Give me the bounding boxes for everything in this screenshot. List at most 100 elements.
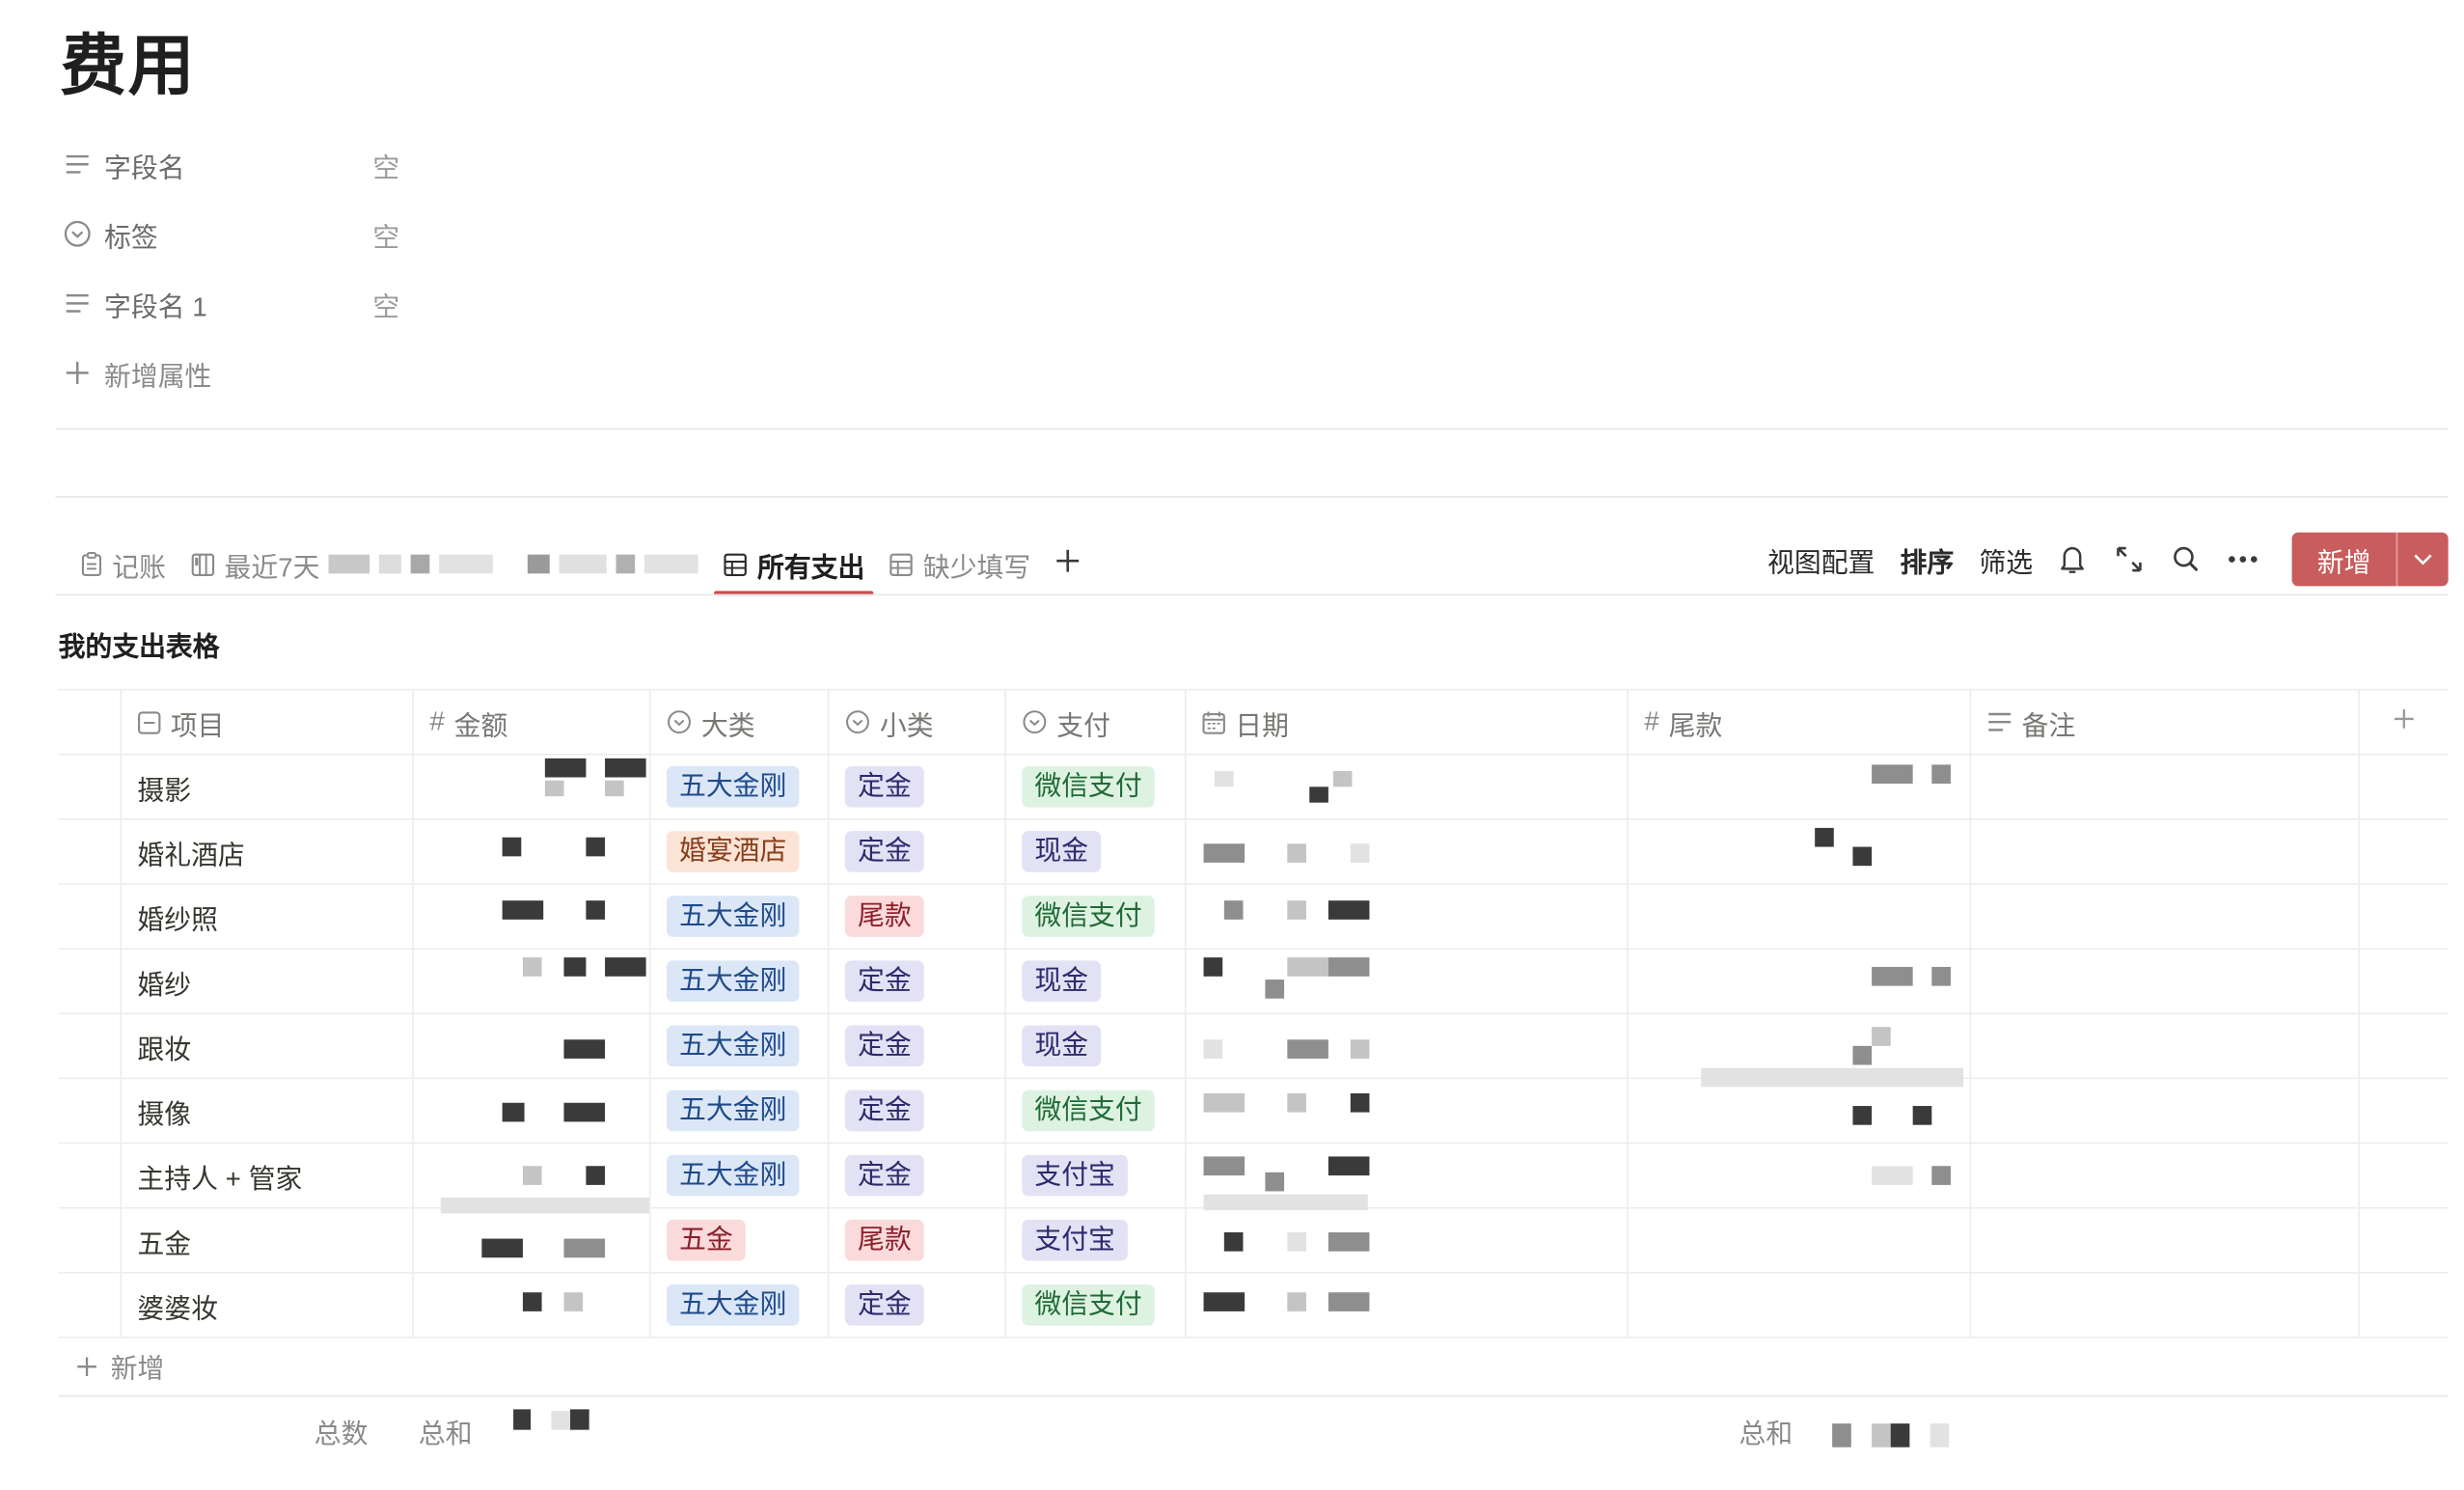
cell-notes[interactable]: [1971, 1144, 2360, 1207]
cell-payment[interactable]: 微信支付: [1006, 1079, 1187, 1143]
cell-notes[interactable]: [1971, 949, 2360, 1013]
footer-sum-label[interactable]: 总和: [419, 1411, 473, 1450]
view-config-button[interactable]: 视图配置: [1767, 539, 1875, 579]
cell-notes[interactable]: [1971, 1208, 2360, 1272]
cell-category[interactable]: 五金: [651, 1208, 830, 1272]
column-header-notes[interactable]: 备注: [1971, 690, 2360, 754]
cell-notes[interactable]: [1971, 755, 2360, 819]
column-header-payment[interactable]: 支付: [1006, 690, 1187, 754]
cell-amount[interactable]: [414, 1079, 651, 1143]
cell-date[interactable]: [1187, 884, 1629, 949]
search-icon[interactable]: [2169, 542, 2204, 577]
cell-payment[interactable]: 现金: [1006, 949, 1187, 1013]
column-header-balance[interactable]: # 尾款: [1629, 690, 1972, 754]
property-value[interactable]: 空: [372, 284, 399, 323]
cell-payment[interactable]: 支付宝: [1006, 1208, 1187, 1272]
cell-item[interactable]: 摄影: [122, 755, 414, 819]
tab-records[interactable]: 记账: [71, 534, 176, 593]
table-row[interactable]: 婚礼酒店 婚宴酒店 定金 现金: [58, 819, 2449, 885]
cell-category[interactable]: 五大金刚: [651, 1014, 830, 1078]
property-row[interactable]: 字段名 1 空: [63, 278, 399, 328]
column-header-amount[interactable]: # 金额: [414, 690, 651, 754]
row-handle[interactable]: [59, 1079, 123, 1143]
cell-subcategory[interactable]: 定金: [830, 1079, 1006, 1143]
cell-item[interactable]: 五金: [122, 1208, 414, 1272]
row-handle[interactable]: [59, 1273, 123, 1338]
row-handle[interactable]: [59, 884, 123, 949]
tab-all-expenses[interactable]: 所有支出: [714, 534, 875, 596]
add-column-button[interactable]: [2360, 690, 2449, 753]
cell-payment[interactable]: 现金: [1006, 819, 1187, 884]
cell-item[interactable]: 摄像: [122, 1079, 414, 1143]
cell-subcategory[interactable]: 定金: [830, 1273, 1006, 1338]
cell-item[interactable]: 婚纱: [122, 949, 414, 1013]
table-row[interactable]: 跟妆 五大金刚 定金 现金: [58, 1014, 2449, 1080]
cell-balance[interactable]: [1629, 1144, 1972, 1207]
cell-date[interactable]: [1187, 949, 1629, 1013]
cell-category[interactable]: 五大金刚: [651, 949, 830, 1013]
tab-last-7-days[interactable]: 最近7天: [181, 534, 503, 593]
expand-icon[interactable]: [2112, 542, 2147, 577]
chevron-down-icon[interactable]: [2396, 532, 2449, 587]
add-view-button[interactable]: [1047, 534, 1091, 593]
cell-subcategory[interactable]: 尾款: [830, 1208, 1006, 1272]
cell-notes[interactable]: [1971, 1079, 2360, 1143]
cell-item[interactable]: 婚礼酒店: [122, 819, 414, 884]
cell-amount[interactable]: [414, 819, 651, 884]
table-row[interactable]: 婆婆妆 五大金刚 定金 微信支付: [58, 1273, 2449, 1338]
cell-amount[interactable]: [414, 1208, 651, 1272]
footer-count-label[interactable]: 总数: [315, 1411, 369, 1450]
cell-notes[interactable]: [1971, 1273, 2360, 1338]
column-header-item[interactable]: 项目: [122, 690, 414, 754]
property-row[interactable]: 字段名 空: [63, 139, 399, 189]
cell-date[interactable]: [1187, 1208, 1629, 1272]
cell-balance[interactable]: [1629, 884, 1972, 949]
tab-other[interactable]: [509, 534, 708, 593]
row-handle[interactable]: [59, 819, 123, 884]
cell-category[interactable]: 五大金刚: [651, 1144, 830, 1207]
cell-subcategory[interactable]: 定金: [830, 755, 1006, 819]
row-handle[interactable]: [59, 755, 123, 819]
more-icon[interactable]: [2226, 542, 2260, 577]
cell-payment[interactable]: 微信支付: [1006, 755, 1187, 819]
cell-balance[interactable]: [1629, 755, 1972, 819]
cell-date[interactable]: [1187, 755, 1629, 819]
cell-balance[interactable]: [1629, 1208, 1972, 1272]
cell-item[interactable]: 婚纱照: [122, 884, 414, 949]
cell-item[interactable]: 主持人 + 管家: [122, 1144, 414, 1207]
footer-sum-label[interactable]: 总和: [1739, 1411, 1793, 1450]
property-value[interactable]: 空: [372, 214, 399, 254]
cell-date[interactable]: [1187, 1014, 1629, 1078]
column-header-category[interactable]: 大类: [651, 690, 830, 754]
cell-subcategory[interactable]: 定金: [830, 819, 1006, 884]
table-row[interactable]: 摄像 五大金刚 定金 微信支付: [58, 1079, 2449, 1145]
table-row[interactable]: 婚纱照 五大金刚 尾款 微信支付: [58, 884, 2449, 950]
add-property-button[interactable]: 新增属性: [63, 347, 211, 398]
property-row[interactable]: 标签 空: [63, 208, 399, 259]
bell-icon[interactable]: [2055, 542, 2090, 577]
cell-category[interactable]: 婚宴酒店: [651, 819, 830, 884]
column-header-subcategory[interactable]: 小类: [830, 690, 1006, 754]
cell-notes[interactable]: [1971, 884, 2360, 949]
cell-item[interactable]: 婆婆妆: [122, 1273, 414, 1338]
new-record-button[interactable]: 新增: [2292, 533, 2396, 587]
tab-missing-fields[interactable]: 缺少填写: [881, 534, 1040, 593]
filter-button[interactable]: 筛选: [1979, 539, 2033, 579]
cell-subcategory[interactable]: 定金: [830, 949, 1006, 1013]
cell-category[interactable]: 五大金刚: [651, 1273, 830, 1338]
cell-notes[interactable]: [1971, 1014, 2360, 1078]
cell-subcategory[interactable]: 定金: [830, 1014, 1006, 1078]
row-handle[interactable]: [59, 1208, 123, 1272]
add-row-button[interactable]: 新增: [76, 1346, 164, 1386]
property-value[interactable]: 空: [372, 145, 399, 184]
row-handle[interactable]: [59, 1144, 123, 1207]
cell-category[interactable]: 五大金刚: [651, 1079, 830, 1143]
cell-date[interactable]: [1187, 1273, 1629, 1338]
cell-item[interactable]: 跟妆: [122, 1014, 414, 1078]
table-row[interactable]: 五金 五金 尾款 支付宝: [58, 1208, 2449, 1274]
cell-payment[interactable]: 微信支付: [1006, 1273, 1187, 1338]
cell-payment[interactable]: 现金: [1006, 1014, 1187, 1078]
row-handle[interactable]: [59, 1014, 123, 1078]
cell-category[interactable]: 五大金刚: [651, 755, 830, 819]
row-handle[interactable]: [59, 949, 123, 1013]
